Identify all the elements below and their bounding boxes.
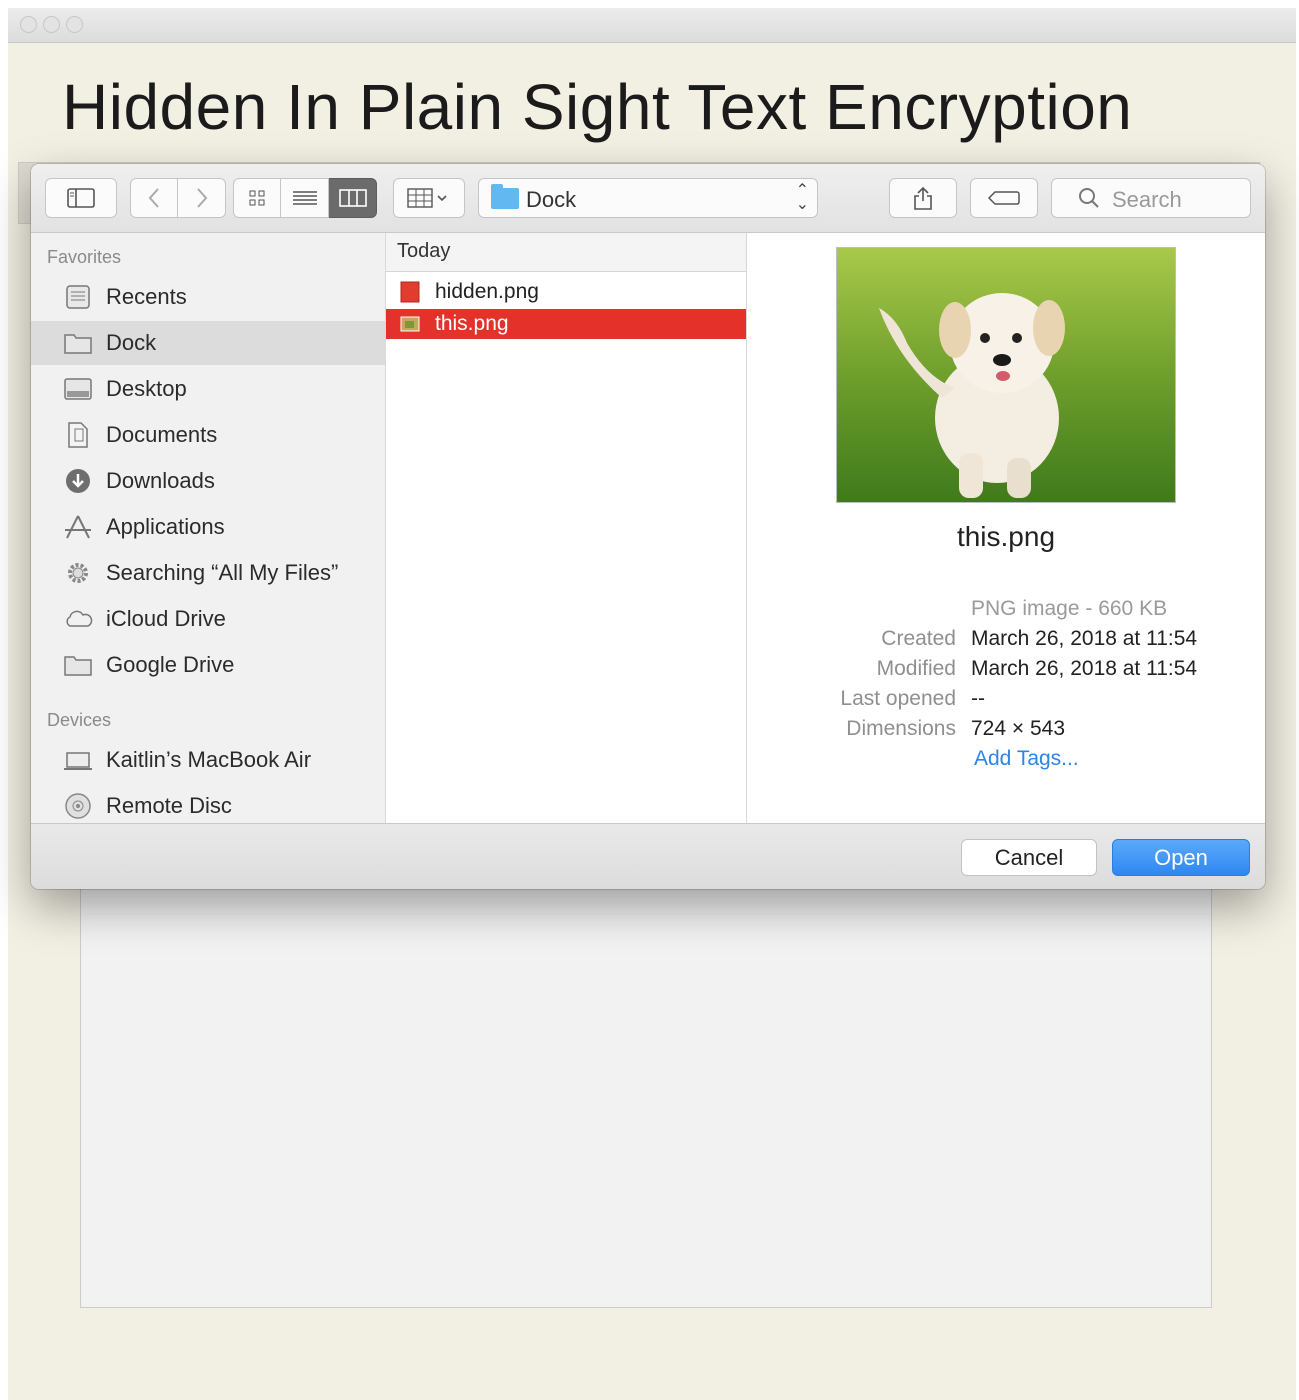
cancel-button[interactable]: Cancel	[961, 839, 1097, 876]
folder-icon	[64, 656, 92, 676]
arrange-icon	[407, 188, 447, 208]
sidebar-item-icloud-drive[interactable]: iCloud Drive	[31, 597, 385, 641]
preview-kind: PNG image - 660 KB	[971, 597, 1168, 620]
search-field[interactable]: Search	[1051, 178, 1251, 218]
favorites-heading: Favorites	[47, 247, 122, 267]
sidebar-item-remote-disc[interactable]: Remote Disc	[31, 784, 385, 828]
open-file-dialog: Dock ⌃ ⌄ Search Favorites Recents Dock De…	[31, 164, 1265, 889]
laptop-icon	[64, 752, 92, 770]
arrange-menu-button[interactable]	[393, 178, 465, 218]
cloud-icon	[66, 610, 93, 627]
add-tags-link[interactable]: Add Tags...	[974, 747, 1079, 771]
list-view-button[interactable]	[281, 178, 329, 218]
grid-icon	[249, 190, 265, 206]
title-bar	[8, 8, 1296, 43]
devices-heading: Devices	[47, 710, 112, 730]
sidebar-item-label: Searching “All My Files”	[106, 560, 339, 585]
preview-filename: this.png	[956, 521, 1056, 552]
sidebar-item-label: Remote Disc	[106, 793, 232, 818]
back-forward-control	[130, 178, 226, 218]
png-file-icon	[400, 281, 420, 303]
modified-value: March 26, 2018 at 11:54	[971, 657, 1198, 680]
icon-view-button[interactable]	[233, 178, 281, 218]
sidebar-item-applications[interactable]: Applications	[31, 505, 385, 549]
last-opened-label: Last opened	[840, 687, 956, 710]
text-area-panel[interactable]	[80, 878, 1212, 1308]
columns-icon	[338, 189, 367, 207]
sidebar-item-label: Kaitlin’s MacBook Air	[106, 747, 312, 772]
close-window-button[interactable]	[20, 16, 37, 33]
dialog-footer: Cancel Open	[31, 823, 1265, 889]
sidebar-item-macbook-air[interactable]: Kaitlin’s MacBook Air	[31, 738, 385, 782]
chevron-left-icon	[148, 188, 159, 208]
gear-icon	[68, 563, 88, 583]
folder-icon	[491, 184, 519, 209]
recents-icon	[66, 285, 90, 309]
sidebar: Favorites Recents Dock Desktop Documents…	[31, 233, 386, 823]
column-header-label: Today	[397, 240, 451, 262]
sidebar-item-all-my-files[interactable]: Searching “All My Files”	[31, 551, 385, 595]
desktop-icon	[64, 378, 92, 400]
search-icon	[1079, 188, 1099, 208]
file-row-this-png[interactable]: this.png	[386, 309, 746, 339]
up-down-arrows-icon: ⌃ ⌄	[795, 182, 809, 213]
zoom-window-button[interactable]	[66, 16, 83, 33]
sidebar-item-google-drive[interactable]: Google Drive	[31, 643, 385, 687]
location-label: Dock	[526, 187, 577, 212]
sidebar-item-downloads[interactable]: Downloads	[31, 459, 385, 503]
share-button[interactable]	[889, 178, 957, 218]
minimize-window-button[interactable]	[43, 16, 60, 33]
dimensions-value: 724 × 543	[971, 717, 1066, 740]
view-mode-control	[233, 178, 377, 218]
sidebar-item-label: Dock	[106, 330, 157, 355]
preview-image	[836, 247, 1176, 503]
sidebar-item-label: Recents	[106, 284, 187, 309]
created-value: March 26, 2018 at 11:54	[971, 627, 1198, 650]
share-icon	[914, 186, 932, 210]
sidebar-toggle-button[interactable]	[45, 178, 117, 218]
tags-button[interactable]	[970, 178, 1038, 218]
file-column: Today hidden.png this.png	[386, 233, 747, 823]
file-name: hidden.png	[435, 280, 539, 303]
sidebar-item-desktop[interactable]: Desktop	[31, 367, 385, 411]
png-file-icon	[400, 316, 420, 332]
tag-icon	[988, 191, 1020, 205]
sidebar-item-label: Google Drive	[106, 652, 235, 677]
sidebar-item-label: Desktop	[106, 376, 187, 401]
sidebar-item-label: iCloud Drive	[106, 606, 226, 631]
dimensions-label: Dimensions	[846, 717, 956, 740]
created-label: Created	[881, 627, 956, 650]
back-button[interactable]	[130, 178, 178, 218]
last-opened-value: --	[971, 687, 985, 710]
column-view-button[interactable]	[329, 178, 377, 218]
dialog-toolbar: Dock ⌃ ⌄ Search	[31, 164, 1265, 233]
search-placeholder: Search	[1112, 187, 1182, 212]
sidebar-icon	[67, 188, 95, 208]
disc-icon	[65, 793, 91, 819]
sidebar-item-recents[interactable]: Recents	[31, 275, 385, 319]
file-name: this.png	[435, 312, 509, 335]
sidebar-item-documents[interactable]: Documents	[31, 413, 385, 457]
chevron-right-icon	[196, 188, 207, 208]
location-popup[interactable]: Dock ⌃ ⌄	[478, 178, 818, 218]
applications-icon	[65, 515, 91, 539]
sidebar-item-label: Downloads	[106, 468, 215, 493]
app-heading: Hidden In Plain Sight Text Encryption	[62, 71, 1133, 143]
forward-button[interactable]	[178, 178, 226, 218]
sidebar-item-dock[interactable]: Dock	[31, 321, 385, 365]
modified-label: Modified	[876, 657, 956, 680]
file-row-hidden-png[interactable]: hidden.png	[386, 277, 746, 307]
folder-icon	[64, 334, 92, 354]
sidebar-item-label: Applications	[106, 514, 225, 539]
column-header: Today	[386, 233, 746, 272]
documents-icon	[68, 422, 88, 448]
sidebar-item-label: Documents	[106, 422, 218, 447]
preview-pane: this.png PNG image - 660 KB Created Marc…	[747, 233, 1265, 823]
open-button[interactable]: Open	[1112, 839, 1250, 876]
downloads-icon	[66, 469, 90, 493]
list-icon	[292, 191, 317, 205]
